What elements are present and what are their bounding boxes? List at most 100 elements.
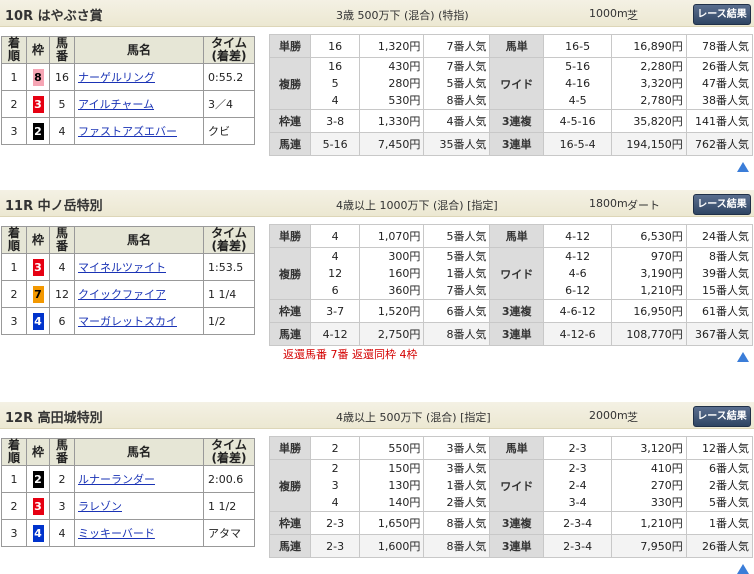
place-payouts-line: 300円 [388, 250, 421, 263]
place-numbers-line: 4 [331, 250, 339, 263]
exacta-payout: 3,120円 [611, 436, 687, 460]
race-results-button[interactable]: レース結果 [693, 4, 751, 25]
gate-number-badge: 8 [32, 68, 44, 86]
wide-payouts-line: 970円 [650, 250, 683, 263]
payout-row: 馬連 5-16 7,450円 35番人気 3連単 16-5-4 194,150円 762番人気 [269, 132, 754, 156]
finishing-order-table: 着順 枠 馬番 馬名 タイム (着差) 1 8 16 ナーゲルリング 0:55.2 2 3 5 ア… [1, 36, 255, 145]
table-row: 3 4 6 マーガレットスカイ 1/2 [1, 307, 255, 335]
exacta-number: 4-12 [543, 224, 613, 248]
gate-cell: 7 [26, 280, 50, 308]
scroll-top-icon[interactable] [737, 162, 749, 172]
horse-number: 6 [49, 307, 75, 335]
wide-numbers: 2-3 2-4 3-4 [543, 459, 613, 512]
trio-popularity: 61番人気 [685, 299, 754, 323]
finish-time: 1 1/4 [203, 280, 255, 308]
win-payout: 550円 [359, 436, 425, 460]
wide-popularity-line: 8番人気 [709, 250, 749, 263]
horse-name-cell: クイックファイア [74, 280, 204, 308]
race-surface: 芝 [627, 411, 638, 424]
place-payouts-line: 160円 [388, 267, 421, 280]
horse-name-link[interactable]: マーガレットスカイ [78, 315, 177, 328]
horse-name-link[interactable]: ミッキーバード [78, 527, 155, 540]
finish-rank: 1 [1, 465, 27, 493]
wide-payouts-line: 3,320円 [640, 77, 683, 90]
wide-numbers-line: 3-4 [568, 496, 587, 509]
wide-numbers-line: 4-6 [568, 267, 587, 280]
win-payout: 1,320円 [359, 34, 425, 58]
wide-payouts-line: 2,780円 [640, 94, 683, 107]
finishing-order-table: 着順 枠 馬番 馬名 タイム (着差) 1 2 2 ルナーランダー 2:00.6 2 3 3 ラレ… [1, 438, 255, 547]
place-popularity-line: 1番人気 [446, 479, 487, 492]
place-popularity-line: 3番人気 [446, 462, 487, 475]
win-label: 単勝 [269, 34, 311, 58]
place-numbers-line: 4 [331, 496, 339, 509]
finish-time: 2:00.6 [203, 465, 255, 493]
payout-row: 馬連 4-12 2,750円 8番人気 3連単 4-12-6 108,770円 367番人気 [269, 322, 754, 346]
gate-cell: 4 [26, 519, 50, 547]
place-payouts: 150円 130円 140円 [359, 459, 425, 512]
exacta-payout: 6,530円 [611, 224, 687, 248]
quinella-payout: 1,600円 [359, 534, 425, 558]
exacta-payout: 16,890円 [611, 34, 687, 58]
quinella-payout: 7,450円 [359, 132, 425, 156]
payout-row: 単勝 16 1,320円 7番人気 馬単 16-5 16,890円 78番人気 [269, 34, 754, 58]
race-header: 12R 高田城特別 4歳以上 500万下 (混合) [指定] 2000m 芝 レ… [0, 402, 754, 429]
finish-time: 0:55.2 [203, 63, 255, 91]
race-results-button[interactable]: レース結果 [693, 194, 751, 215]
scroll-top-icon[interactable] [737, 564, 749, 574]
wide-popularity-line: 39番人気 [702, 267, 749, 280]
place-popularity-line: 1番人気 [446, 267, 487, 280]
horse-name-link[interactable]: マイネルツァイト [78, 261, 166, 274]
gate-cell: 3 [26, 492, 50, 520]
place-popularity-line: 7番人気 [446, 60, 487, 73]
payout-row: 複勝 16 5 4 430円 280円 530円 7番人気 5番人気 8番人気 ワイド 5-16 4-1… [269, 57, 754, 110]
refund-note: 返還馬番 7番 返還同枠 4枠 [283, 348, 418, 361]
rank-header: 着順 [1, 438, 27, 466]
wide-payouts: 970円 3,190円 1,210円 [611, 247, 687, 300]
trio-number: 4-5-16 [543, 109, 613, 133]
place-numbers: 2 3 4 [309, 459, 361, 512]
horse-name-cell: マイネルツァイト [74, 253, 204, 281]
horse-name-cell: アイルチャーム [74, 90, 204, 118]
wide-payouts-line: 1,210円 [640, 284, 683, 297]
table-row: 1 8 16 ナーゲルリング 0:55.2 [1, 63, 255, 91]
scroll-top-icon[interactable] [737, 352, 749, 362]
place-numbers-line: 3 [331, 479, 339, 492]
finish-rank: 3 [1, 307, 27, 335]
finish-rank: 3 [1, 519, 27, 547]
bracket-popularity: 6番人気 [423, 299, 491, 323]
place-payouts: 430円 280円 530円 [359, 57, 425, 110]
gate-cell: 4 [26, 307, 50, 335]
trifecta-popularity: 26番人気 [685, 534, 754, 558]
trifecta-number: 16-5-4 [543, 132, 613, 156]
race-surface: ダート [627, 199, 660, 212]
bracket-payout: 1,330円 [359, 109, 425, 133]
place-label: 複勝 [269, 459, 311, 512]
place-payouts-line: 360円 [388, 284, 421, 297]
horse-name-link[interactable]: アイルチャーム [78, 98, 154, 111]
trio-popularity: 1番人気 [685, 511, 754, 535]
finish-time: 1/2 [203, 307, 255, 335]
race-conditions: 4歳以上 1000万下 (混合) [指定] [336, 199, 498, 212]
trifecta-payout: 194,150円 [611, 132, 687, 156]
wide-label: ワイド [489, 247, 545, 300]
horse-name-cell: ラレゾン [74, 492, 204, 520]
wide-popularity-line: 6番人気 [709, 462, 749, 475]
wide-popularity-line: 47番人気 [702, 77, 749, 90]
bracket-number: 2-3 [309, 511, 361, 535]
horse-name-link[interactable]: ラレゾン [78, 500, 122, 513]
horse-name-link[interactable]: ナーゲルリング [78, 71, 155, 84]
payout-row: 複勝 4 12 6 300円 160円 360円 5番人気 1番人気 7番人気 ワイド 4-12 4-6… [269, 247, 754, 300]
trifecta-payout: 108,770円 [611, 322, 687, 346]
finish-rank: 3 [1, 117, 27, 145]
horse-name-link[interactable]: ルナーランダー [78, 473, 155, 486]
wide-payouts-line: 270円 [650, 479, 683, 492]
table-header-row: 着順 枠 馬番 馬名 タイム (着差) [1, 226, 255, 254]
race-results-button[interactable]: レース結果 [693, 406, 751, 427]
time-header: タイム (着差) [203, 438, 255, 466]
place-numbers: 4 12 6 [309, 247, 361, 300]
trifecta-label: 3連単 [489, 534, 545, 558]
trifecta-label: 3連単 [489, 322, 545, 346]
horse-name-link[interactable]: クイックファイア [78, 288, 166, 301]
horse-name-link[interactable]: ファストアズエバー [78, 125, 177, 138]
